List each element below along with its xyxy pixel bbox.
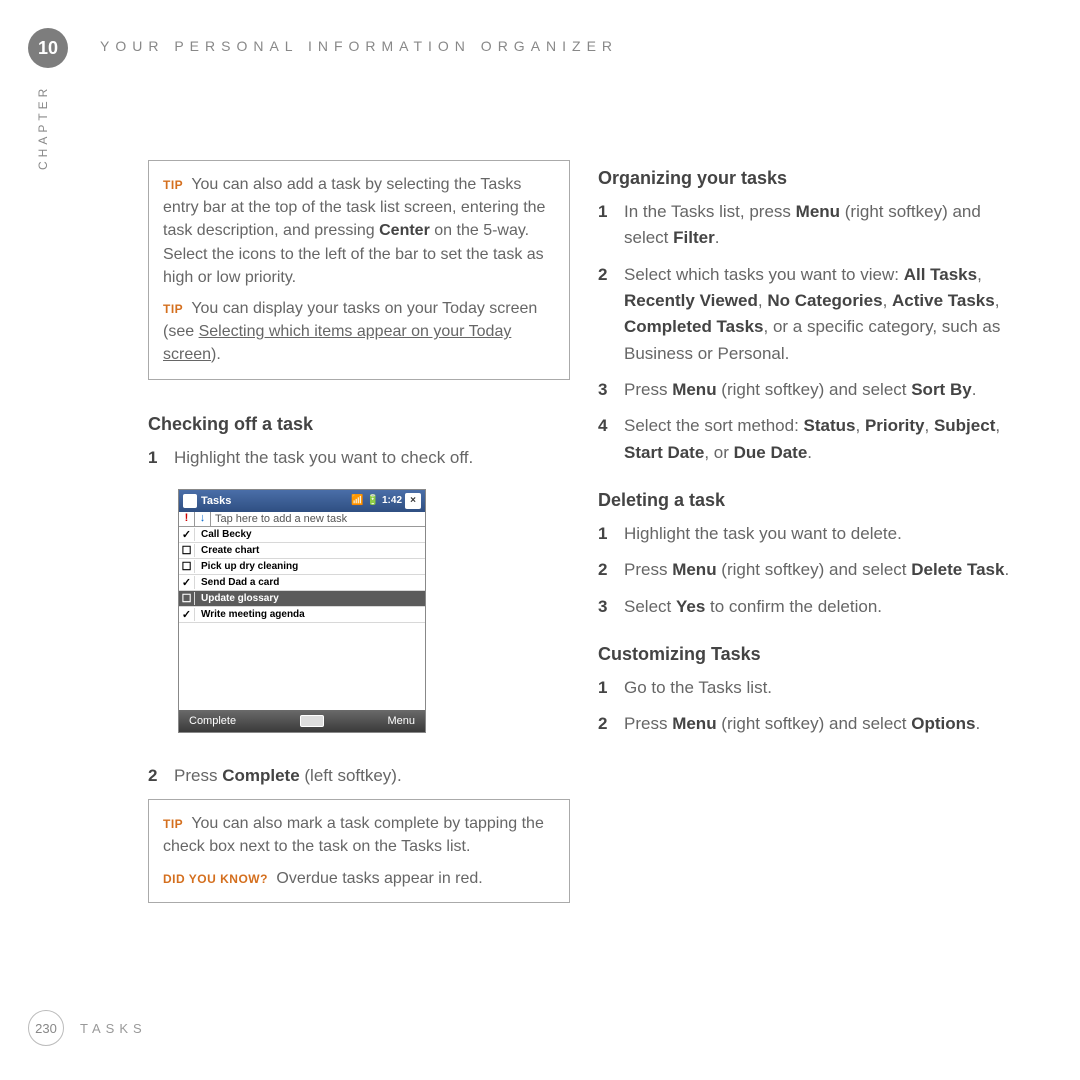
keyboard-icon[interactable] [300,715,324,727]
step-text: Press Menu (right softkey) and select De… [624,557,1020,583]
step-number: 1 [598,675,624,701]
step-number: 1 [598,199,624,252]
step-number: 3 [598,594,624,620]
checkbox-icon[interactable]: ✓ [179,528,195,541]
task-row[interactable]: ☐Create chart [179,543,425,559]
task-row[interactable]: ✓Call Becky [179,527,425,543]
step: 1 Go to the Tasks list. [598,675,1020,701]
step-text: Press Menu (right softkey) and select So… [624,377,1020,403]
windows-flag-icon: ⊞ [183,494,197,508]
task-name: Send Dad a card [195,577,279,588]
phone-entry-bar[interactable]: ! ↓ Tap here to add a new task [179,512,425,527]
step: 2 Press Menu (right softkey) and select … [598,557,1020,583]
battery-icon: 🔋 [367,495,379,506]
section-title-organizing: Organizing your tasks [598,168,1020,189]
step-text: Select Yes to confirm the deletion. [624,594,1020,620]
page-footer: 230 TASKS [28,1010,147,1046]
dyk-text: Overdue tasks appear in red. [276,870,482,887]
tip-box-add-task: TIP You can also add a task by selecting… [148,160,570,380]
tip-label: TIP [163,302,183,316]
task-name: Update glossary [195,593,279,604]
left-softkey[interactable]: Complete [189,715,236,727]
step-number: 1 [598,521,624,547]
priority-high-icon[interactable]: ! [179,512,195,526]
section-title-deleting: Deleting a task [598,490,1020,511]
step-text: Go to the Tasks list. [624,675,1020,701]
task-name: Write meeting agenda [195,609,305,620]
step-text: Press Complete (left softkey). [174,763,570,789]
section-title-customizing: Customizing Tasks [598,644,1020,665]
step-number: 3 [598,377,624,403]
checkbox-icon[interactable]: ☐ [179,592,195,605]
tip-label: TIP [163,817,183,831]
chapter-side-label: CHAPTER [36,85,50,170]
step-number: 2 [598,557,624,583]
priority-low-icon[interactable]: ↓ [195,512,211,526]
step: 3 Select Yes to confirm the deletion. [598,594,1020,620]
step-number: 4 [598,413,624,466]
new-task-input[interactable]: Tap here to add a new task [211,512,425,526]
chapter-number-badge: 10 [28,28,68,68]
tip-label: TIP [163,178,183,192]
task-name: Pick up dry cleaning [195,561,298,572]
step: 1 Highlight the task you want to delete. [598,521,1020,547]
step-number: 2 [148,763,174,789]
step-text: Highlight the task you want to delete. [624,521,1020,547]
step-number: 2 [598,711,624,737]
task-row[interactable]: ☐Pick up dry cleaning [179,559,425,575]
step-text: Press Menu (right softkey) and select Op… [624,711,1020,737]
phone-titlebar: ⊞ Tasks 📶 🔋 1:42 × [179,490,425,512]
signal-icon: 📶 [351,495,363,506]
checkbox-icon[interactable]: ✓ [179,576,195,589]
checkbox-icon[interactable]: ☐ [179,560,195,573]
step: 1 Highlight the task you want to check o… [148,445,570,471]
right-softkey[interactable]: Menu [387,715,415,727]
task-row[interactable]: ✓Send Dad a card [179,575,425,591]
section-title-checking-off: Checking off a task [148,414,570,435]
task-name: Call Becky [195,529,252,540]
phone-softkey-bar: Complete Menu [179,710,425,732]
bold: Center [379,222,430,239]
task-list: ✓Call Becky☐Create chart☐Pick up dry cle… [179,527,425,710]
step: 2 Select which tasks you want to view: A… [598,262,1020,367]
header-title: YOUR PERSONAL INFORMATION ORGANIZER [100,38,618,54]
tip-text: ). [211,346,221,363]
step-text: Select which tasks you want to view: All… [624,262,1020,367]
right-column: Organizing your tasks 1 In the Tasks lis… [598,160,1020,937]
step: 3 Press Menu (right softkey) and select … [598,377,1020,403]
step-number: 1 [148,445,174,471]
did-you-know-label: DID YOU KNOW? [163,872,268,886]
step: 2 Press Menu (right softkey) and select … [598,711,1020,737]
checkbox-icon[interactable]: ☐ [179,544,195,557]
phone-time: 1:42 [382,495,402,506]
step-text: Highlight the task you want to check off… [174,445,570,471]
task-name: Create chart [195,545,259,556]
phone-title: Tasks [201,495,231,507]
task-row[interactable]: ✓Write meeting agenda [179,607,425,623]
footer-section: TASKS [80,1021,147,1036]
step-text: In the Tasks list, press Menu (right sof… [624,199,1020,252]
left-column: TIP You can also add a task by selecting… [148,160,570,937]
step-number: 2 [598,262,624,367]
close-icon[interactable]: × [405,493,421,509]
task-row[interactable]: ☐Update glossary [179,591,425,607]
step-text: Select the sort method: Status, Priority… [624,413,1020,466]
tip-text: You can also mark a task complete by tap… [163,815,544,855]
step: 2 Press Complete (left softkey). [148,763,570,789]
phone-screenshot: ⊞ Tasks 📶 🔋 1:42 × ! ↓ Tap here to add a… [178,489,426,733]
page-number-badge: 230 [28,1010,64,1046]
step: 1 In the Tasks list, press Menu (right s… [598,199,1020,252]
checkbox-icon[interactable]: ✓ [179,608,195,621]
step: 4 Select the sort method: Status, Priori… [598,413,1020,466]
tip-box-mark-complete: TIP You can also mark a task complete by… [148,799,570,903]
